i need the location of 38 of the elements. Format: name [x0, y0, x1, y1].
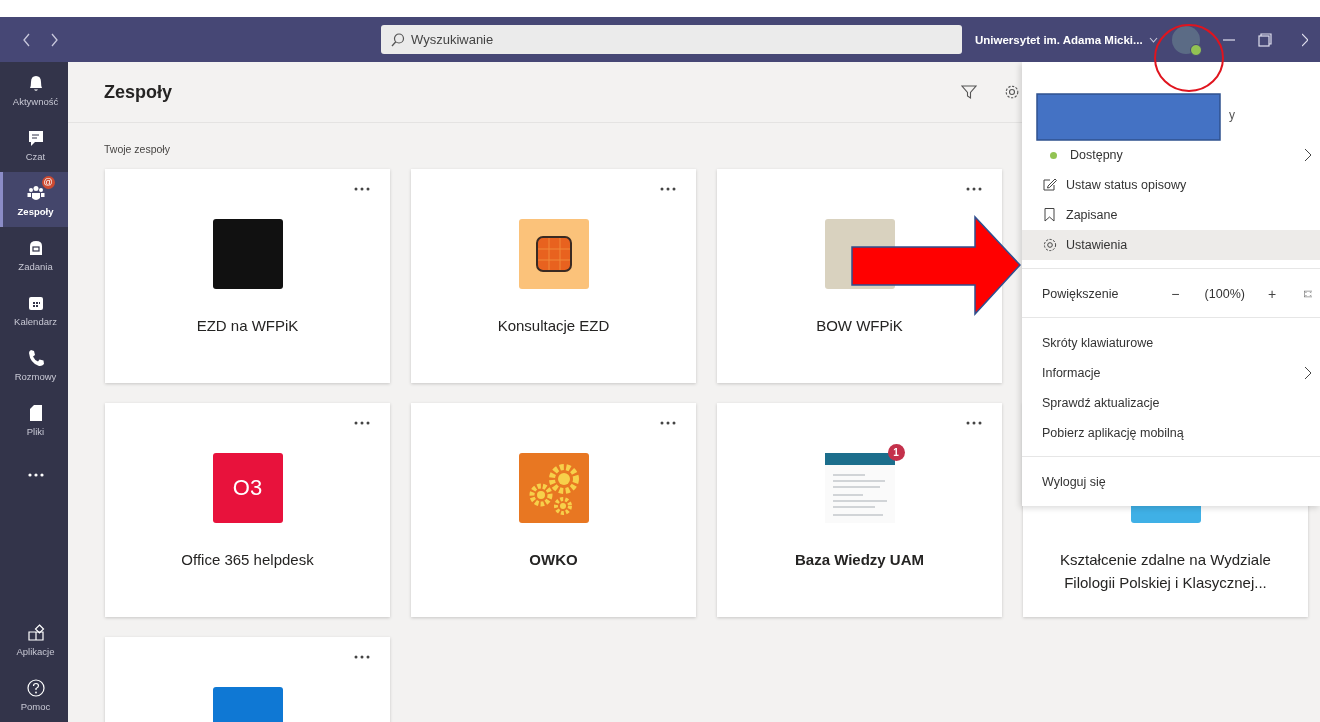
- sidebar-item[interactable]: Aktywność: [0, 62, 68, 117]
- section-title: Twoje zespoły: [104, 142, 170, 156]
- sidebar-item[interactable]: Czat: [0, 117, 68, 172]
- team-card[interactable]: OWKO: [411, 403, 696, 617]
- team-name: Office 365 helpdesk: [180, 550, 315, 570]
- organization-switcher[interactable]: Uniwersytet im. Adama Micki...: [975, 33, 1158, 46]
- team-name: Kształcenie zdalne na Wydziale Filologii Polskiej i Klasycznej...: [1059, 550, 1272, 593]
- team-initials-tile: O3: [212, 453, 283, 523]
- team-name: Baza Wiedzy UAM: [793, 550, 926, 570]
- team-name: OWKO: [528, 550, 579, 570]
- menu-item[interactable]: Ustaw status opisowy: [1022, 170, 1320, 200]
- zoom-label: Powiększenie: [1042, 287, 1120, 301]
- sidebar-item[interactable]: Pliki: [0, 392, 68, 447]
- mention-badge: @: [41, 175, 55, 189]
- sidebar-item[interactable]: @ Zespoły: [0, 172, 68, 227]
- menu-item[interactable]: Informacje: [1022, 358, 1320, 388]
- zoom-in-button[interactable]: +: [1266, 286, 1278, 302]
- team-name: BOW WFPiK: [815, 316, 904, 336]
- menu-item[interactable]: Zapisane: [1022, 200, 1320, 230]
- sidebar-item[interactable]: Kalendarz: [0, 282, 68, 337]
- sidebar-item[interactable]: Pomoc: [0, 667, 68, 722]
- team-card[interactable]: EZD na WFPiK: [105, 169, 390, 383]
- search-field[interactable]: Wyszukiwanie: [381, 25, 962, 54]
- team-card[interactable]: O3 Office 365 helpdesk: [105, 403, 390, 617]
- menu-item[interactable]: Skróty klawiaturowe: [1022, 328, 1320, 358]
- page-title: Zespoły: [104, 81, 173, 103]
- sidebar-item[interactable]: Zadania: [0, 227, 68, 282]
- profile-text: y: [1229, 108, 1235, 122]
- team-name: Konsultacje EZD: [496, 316, 611, 336]
- team-card[interactable]: 1 Baza Wiedzy UAM: [717, 403, 1002, 617]
- menu-item[interactable]: Ustawienia: [1022, 230, 1320, 260]
- notification-badge: 1: [887, 444, 905, 461]
- zoom-out-button[interactable]: −: [1170, 286, 1181, 302]
- sidebar-item[interactable]: Aplikacje: [0, 612, 68, 667]
- sidebar-item[interactable]: Rozmowy: [0, 337, 68, 392]
- zoom-value: (100%): [1204, 287, 1245, 301]
- team-name: EZD na WFPiK: [195, 316, 300, 336]
- team-card[interactable]: Konsultacje EZD: [411, 169, 696, 383]
